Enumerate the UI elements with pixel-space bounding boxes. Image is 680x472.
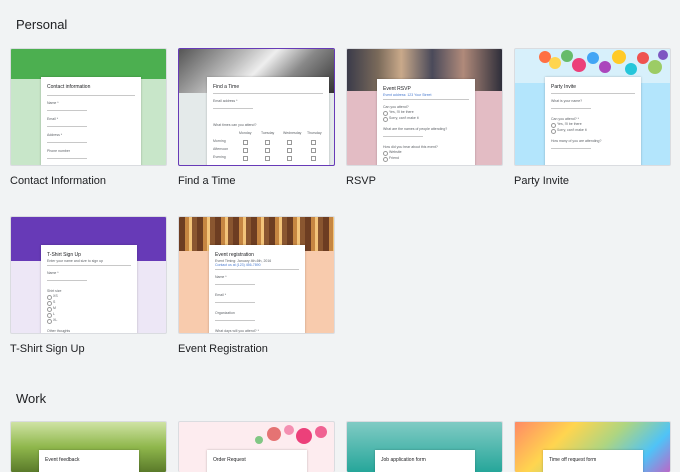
template-thumbnail: Event RSVP Event address: 123 Your Stree… <box>346 48 503 166</box>
template-label: Contact Information <box>10 175 106 187</box>
template-thumbnail: Time off request form <box>514 421 671 472</box>
template-label: Find a Time <box>178 175 236 187</box>
form-title: Party Invite <box>551 84 577 90</box>
template-order-request[interactable]: Order Request <box>178 421 335 472</box>
template-label: RSVP <box>346 175 376 187</box>
form-title: Contact information <box>47 84 91 90</box>
template-event-feedback[interactable]: Event feedback <box>10 421 167 472</box>
template-thumbnail: Event registration Event Timing: January… <box>178 216 335 334</box>
template-party-invite[interactable]: Party Invite What is your name? Can you … <box>514 48 671 187</box>
template-event-registration[interactable]: Event registration Event Timing: January… <box>178 216 335 355</box>
template-time-off-request[interactable]: Time off request form <box>514 421 671 472</box>
form-title: Job application form <box>381 457 426 463</box>
form-title: Order Request <box>213 457 246 463</box>
form-title: Event registration <box>215 252 254 258</box>
section-work-title: Work <box>16 391 47 406</box>
template-label: Event Registration <box>178 343 268 355</box>
template-contact-information[interactable]: Contact information Name * Email * Addre… <box>10 48 167 187</box>
template-thumbnail: Event feedback <box>10 421 167 472</box>
template-job-application[interactable]: Job application form <box>346 421 503 472</box>
template-find-a-time[interactable]: Find a Time Email address * What times c… <box>178 48 335 187</box>
template-thumbnail: T-Shirt Sign Up Enter your name and size… <box>10 216 167 334</box>
template-thumbnail: Contact information Name * Email * Addre… <box>10 48 167 166</box>
template-tshirt-sign-up[interactable]: T-Shirt Sign Up Enter your name and size… <box>10 216 167 355</box>
form-title: T-Shirt Sign Up <box>47 252 81 258</box>
template-thumbnail: Party Invite What is your name? Can you … <box>514 48 671 166</box>
form-title: Time off request form <box>549 457 597 463</box>
template-rsvp[interactable]: Event RSVP Event address: 123 Your Stree… <box>346 48 503 187</box>
template-thumbnail: Find a Time Email address * What times c… <box>178 48 335 166</box>
form-title: Event RSVP <box>383 86 411 92</box>
section-personal-title: Personal <box>16 17 68 32</box>
template-thumbnail: Order Request <box>178 421 335 472</box>
template-thumbnail: Job application form <box>346 421 503 472</box>
flowers-image <box>255 425 327 444</box>
template-label: T-Shirt Sign Up <box>10 343 85 355</box>
form-title: Find a Time <box>213 84 240 90</box>
template-label: Party Invite <box>514 175 570 187</box>
form-title: Event feedback <box>45 457 80 463</box>
